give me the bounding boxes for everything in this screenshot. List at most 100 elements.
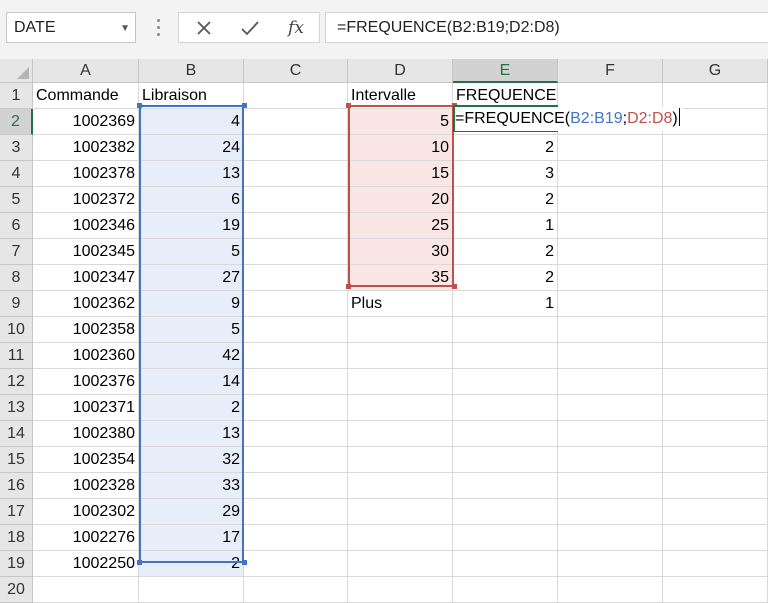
row-header-15[interactable]: 15 [0, 447, 33, 473]
cell-a10[interactable]: 1002358 [33, 317, 139, 343]
cell-b14[interactable]: 13 [139, 421, 244, 447]
cell-e8[interactable]: 2 [453, 265, 558, 291]
range-handle[interactable] [346, 103, 351, 108]
cell-c7[interactable] [244, 239, 348, 265]
cell-d10[interactable] [348, 317, 453, 343]
cell-c15[interactable] [244, 447, 348, 473]
row-header-13[interactable]: 13 [0, 395, 33, 421]
cell-c1[interactable] [244, 83, 348, 109]
cell-e15[interactable] [453, 447, 558, 473]
cell-a14[interactable]: 1002380 [33, 421, 139, 447]
cell-e14[interactable] [453, 421, 558, 447]
cell-f19[interactable] [558, 551, 663, 577]
cell-g10[interactable] [663, 317, 768, 343]
cell-g6[interactable] [663, 213, 768, 239]
cell-c9[interactable] [244, 291, 348, 317]
cell-a20[interactable] [33, 577, 139, 603]
select-all-button[interactable] [0, 59, 33, 83]
cell-a2[interactable]: 1002369 [33, 109, 139, 135]
range-handle[interactable] [242, 560, 247, 565]
row-header-17[interactable]: 17 [0, 499, 33, 525]
cell-g15[interactable] [663, 447, 768, 473]
cell-b15[interactable]: 32 [139, 447, 244, 473]
cell-e3[interactable]: 2 [453, 135, 558, 161]
cell-b3[interactable]: 24 [139, 135, 244, 161]
row-header-19[interactable]: 19 [0, 551, 33, 577]
cell-e9[interactable]: 1 [453, 291, 558, 317]
column-header-b[interactable]: B [139, 59, 244, 83]
x-icon[interactable] [189, 16, 219, 40]
row-header-20[interactable]: 20 [0, 577, 33, 603]
cell-a17[interactable]: 1002302 [33, 499, 139, 525]
cell-d12[interactable] [348, 369, 453, 395]
cell-c16[interactable] [244, 473, 348, 499]
cell-d17[interactable] [348, 499, 453, 525]
cell-b13[interactable]: 2 [139, 395, 244, 421]
cell-e19[interactable] [453, 551, 558, 577]
cell-g14[interactable] [663, 421, 768, 447]
cell-d16[interactable] [348, 473, 453, 499]
cell-f15[interactable] [558, 447, 663, 473]
cell-e10[interactable] [453, 317, 558, 343]
cell-d6[interactable]: 25 [348, 213, 453, 239]
cell-g1[interactable] [663, 83, 768, 109]
cell-a9[interactable]: 1002362 [33, 291, 139, 317]
cell-c4[interactable] [244, 161, 348, 187]
cell-g20[interactable] [663, 577, 768, 603]
cell-a18[interactable]: 1002276 [33, 525, 139, 551]
cell-a3[interactable]: 1002382 [33, 135, 139, 161]
cell-g3[interactable] [663, 135, 768, 161]
cell-e4[interactable]: 3 [453, 161, 558, 187]
cell-c19[interactable] [244, 551, 348, 577]
cell-b1[interactable]: Libraison [139, 83, 244, 109]
cell-f5[interactable] [558, 187, 663, 213]
drag-handle-icon[interactable] [150, 15, 166, 39]
row-header-14[interactable]: 14 [0, 421, 33, 447]
cell-b10[interactable]: 5 [139, 317, 244, 343]
cell-f10[interactable] [558, 317, 663, 343]
row-header-12[interactable]: 12 [0, 369, 33, 395]
fx-button[interactable]: fx [281, 16, 311, 40]
cell-g8[interactable] [663, 265, 768, 291]
row-header-5[interactable]: 5 [0, 187, 33, 213]
cell-f14[interactable] [558, 421, 663, 447]
cell-e12[interactable] [453, 369, 558, 395]
cell-f7[interactable] [558, 239, 663, 265]
cell-f13[interactable] [558, 395, 663, 421]
cell-f6[interactable] [558, 213, 663, 239]
cell-f1[interactable] [558, 83, 663, 109]
row-header-6[interactable]: 6 [0, 213, 33, 239]
cell-g19[interactable] [663, 551, 768, 577]
cell-b18[interactable]: 17 [139, 525, 244, 551]
row-header-8[interactable]: 8 [0, 265, 33, 291]
row-header-16[interactable]: 16 [0, 473, 33, 499]
cell-d9[interactable]: Plus [348, 291, 453, 317]
cell-c20[interactable] [244, 577, 348, 603]
cell-f11[interactable] [558, 343, 663, 369]
cell-e17[interactable] [453, 499, 558, 525]
cell-d4[interactable]: 15 [348, 161, 453, 187]
cell-b20[interactable] [139, 577, 244, 603]
cell-g9[interactable] [663, 291, 768, 317]
cell-e20[interactable] [453, 577, 558, 603]
cell-c10[interactable] [244, 317, 348, 343]
cell-b4[interactable]: 13 [139, 161, 244, 187]
cell-e6[interactable]: 1 [453, 213, 558, 239]
check-icon[interactable] [235, 16, 265, 40]
cell-c12[interactable] [244, 369, 348, 395]
cell-a19[interactable]: 1002250 [33, 551, 139, 577]
cell-d15[interactable] [348, 447, 453, 473]
cell-d3[interactable]: 10 [348, 135, 453, 161]
cell-d20[interactable] [348, 577, 453, 603]
cell-d11[interactable] [348, 343, 453, 369]
column-header-e[interactable]: E [453, 59, 558, 83]
cell-b6[interactable]: 19 [139, 213, 244, 239]
cell-d7[interactable]: 30 [348, 239, 453, 265]
cell-e13[interactable] [453, 395, 558, 421]
cell-c18[interactable] [244, 525, 348, 551]
cell-g17[interactable] [663, 499, 768, 525]
cell-d8[interactable]: 35 [348, 265, 453, 291]
cell-e5[interactable]: 2 [453, 187, 558, 213]
cell-a12[interactable]: 1002376 [33, 369, 139, 395]
cell-c14[interactable] [244, 421, 348, 447]
